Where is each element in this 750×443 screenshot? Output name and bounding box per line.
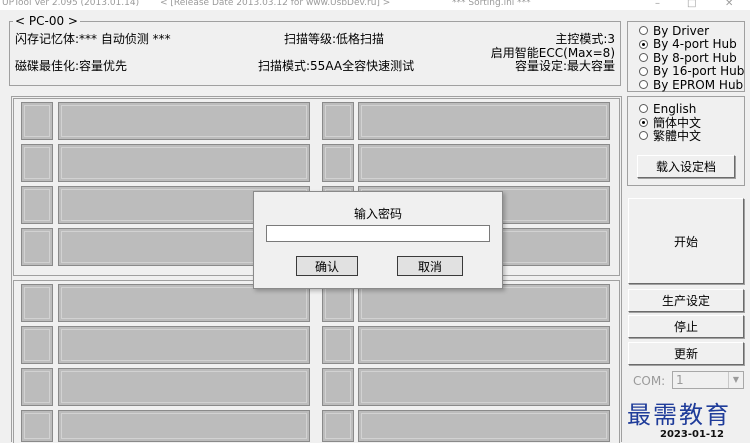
confirm-button[interactable]: 确认 (296, 256, 358, 276)
port-status-bar (358, 102, 610, 140)
port-number-cell (21, 326, 53, 364)
stop-button[interactable]: 停止 (628, 315, 744, 338)
port-number-cell (322, 368, 354, 406)
password-dialog: 输入密码 确认 取消 (253, 191, 503, 289)
flash-label: 闪存记忆体:*** 自动侦测 *** (15, 32, 171, 46)
com-port-select[interactable]: 1 ▼ (672, 371, 744, 389)
port-status-bar (358, 368, 610, 406)
port-status-bar (358, 410, 610, 442)
production-settings-button[interactable]: 生产设定 (628, 289, 744, 312)
port-number-cell (21, 410, 53, 442)
title-release: < [Release Date 2013.03.12 for www.UsbDe… (160, 0, 391, 8)
watermark-logo: 最需教育 (627, 401, 731, 429)
scan-mode-label: 扫描模式:55AA全容快速测试 (258, 59, 415, 73)
hub-option-label: By Driver (653, 23, 710, 38)
port-status-bar (58, 102, 310, 140)
dialog-title: 输入密码 (353, 207, 402, 221)
load-settings-button[interactable]: 载入设定档 (637, 155, 735, 178)
port-number-cell (322, 410, 354, 442)
radio-icon[interactable] (639, 39, 648, 49)
port-number-cell (21, 144, 53, 182)
close-icon[interactable]: ✕ (725, 0, 733, 9)
port-status-bar (358, 326, 610, 364)
hub-option-label: By 16-port Hub (653, 64, 745, 78)
title-script: *** Sorting.ini *** (452, 0, 531, 8)
port-status-bar (358, 144, 610, 182)
port-number-cell (322, 144, 354, 182)
hub-option-label: By EPROM Hub (653, 77, 744, 92)
start-button[interactable]: 开始 (628, 198, 744, 284)
port-status-bar (58, 144, 310, 182)
language-option-label: 繁體中文 (653, 129, 702, 143)
title-version: UPTool Ver 2.095 (2013.01.14) (2, 0, 140, 8)
hub-option[interactable]: By 8-port Hub (639, 50, 737, 65)
port-number-cell (322, 102, 354, 140)
watermark-date: 2023-01-12 (660, 429, 724, 440)
radio-icon[interactable] (639, 104, 648, 113)
port-number-cell (21, 186, 53, 224)
radio-icon[interactable] (639, 26, 648, 35)
scan-level-label: 扫描等级:低格扫描 (284, 32, 385, 46)
chevron-down-icon[interactable]: ▼ (728, 372, 743, 388)
maximize-icon[interactable]: □ (687, 0, 696, 9)
minimize-icon[interactable]: – (655, 0, 660, 9)
port-status-bar (58, 368, 310, 406)
password-input[interactable] (266, 225, 490, 242)
language-option[interactable]: 繁體中文 (639, 129, 702, 143)
capacity-label: 容量设定:最大容量 (514, 59, 615, 73)
port-number-cell (21, 284, 53, 322)
port-status-bar (58, 326, 310, 364)
hub-option[interactable]: By Driver (639, 23, 710, 38)
hub-option[interactable]: By 16-port Hub (639, 64, 745, 78)
radio-icon[interactable] (639, 53, 648, 62)
com-port-value: 1 (676, 373, 684, 387)
port-status-bar (358, 284, 610, 322)
hub-option[interactable]: By 4-port Hub (639, 37, 737, 51)
optimize-label: 磁碟最佳化:容量优先 (15, 59, 128, 73)
hub-option[interactable]: By EPROM Hub (639, 77, 744, 92)
port-number-cell (322, 326, 354, 364)
port-number-cell (21, 368, 53, 406)
port-status-bar (58, 284, 310, 322)
title-bar: UPTool Ver 2.095 (2013.01.14) < [Release… (0, 0, 750, 10)
com-label: COM: (633, 374, 666, 388)
port-number-cell (21, 228, 53, 266)
radio-icon[interactable] (639, 131, 648, 140)
cancel-button[interactable]: 取消 (397, 256, 463, 276)
radio-icon[interactable] (639, 80, 648, 89)
hub-option-label: By 8-port Hub (653, 50, 737, 65)
hub-option-label: By 4-port Hub (653, 37, 737, 51)
port-number-cell (322, 284, 354, 322)
radio-icon[interactable] (639, 66, 648, 76)
update-button[interactable]: 更新 (628, 342, 744, 365)
pc-group-label: < PC-00 > (13, 14, 80, 28)
port-status-bar (58, 410, 310, 442)
port-number-cell (21, 102, 53, 140)
radio-icon[interactable] (639, 117, 648, 127)
